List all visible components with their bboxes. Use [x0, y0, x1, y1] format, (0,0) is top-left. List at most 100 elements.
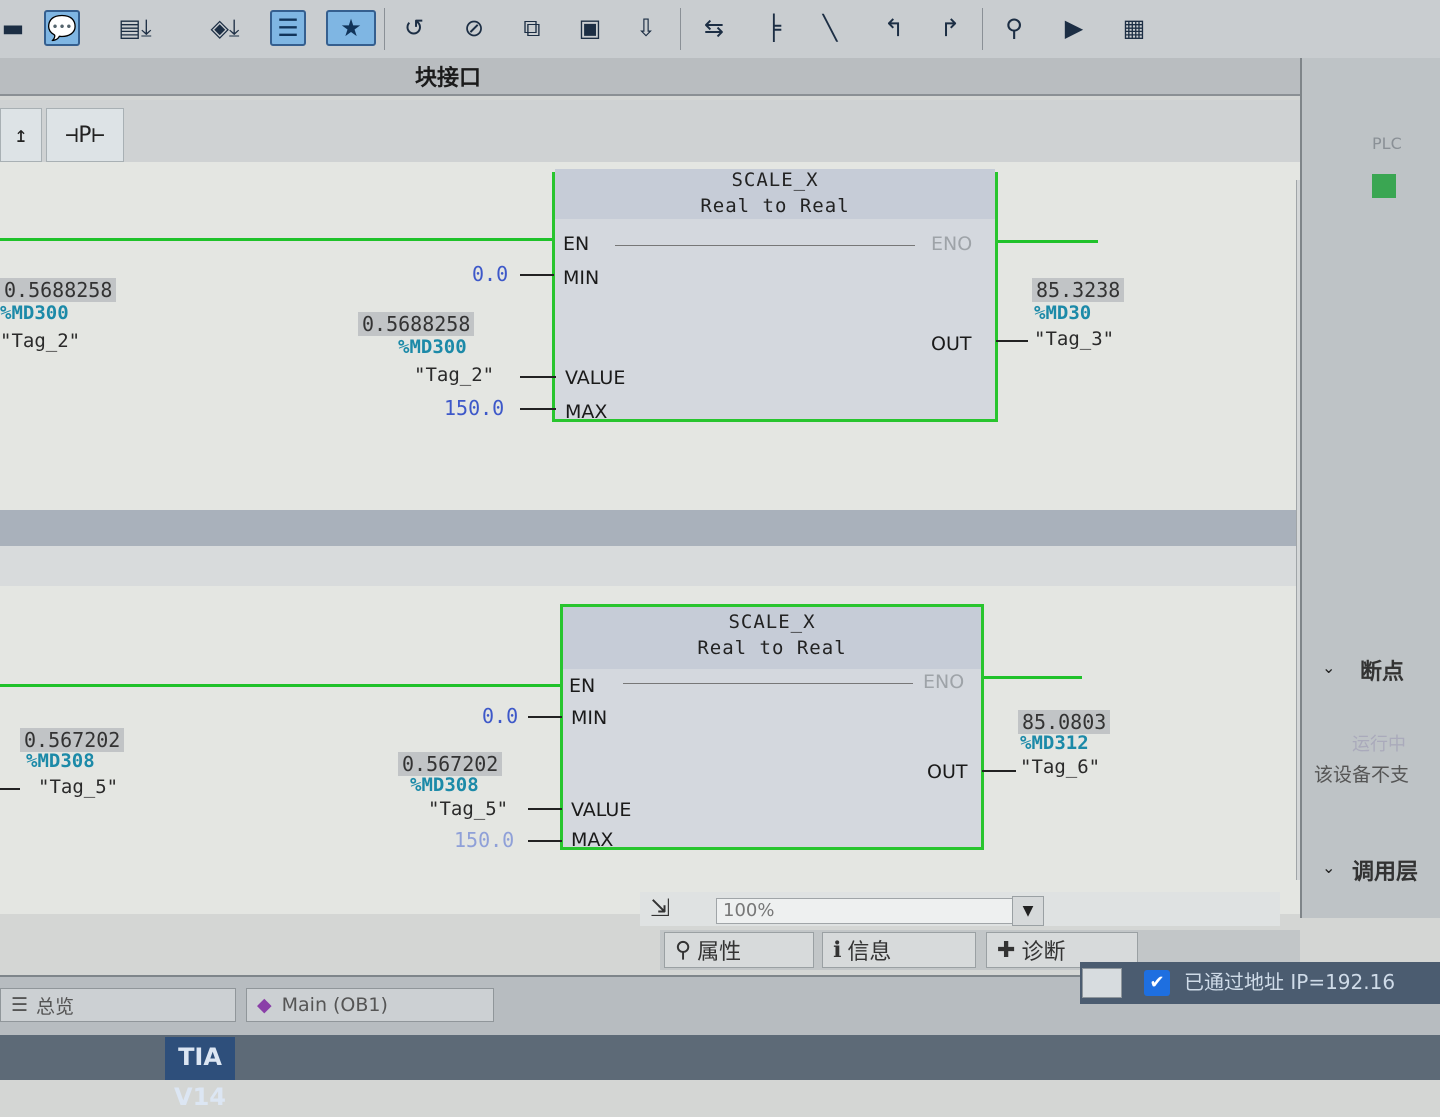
pin-max: MAX — [565, 401, 608, 423]
network-branch-icon[interactable]: ╲ — [812, 10, 848, 46]
comment-icon[interactable]: 💬 — [44, 10, 80, 46]
monitor-off-icon[interactable]: ⊘ — [456, 10, 492, 46]
call-hierarchy-header[interactable]: 调用层 — [1352, 854, 1418, 886]
ladder-toolbar — [0, 100, 1340, 162]
block-header: SCALE_X Real to Real — [563, 607, 981, 669]
table-icon[interactable]: ☰ — [270, 10, 306, 46]
tab-properties[interactable]: ⚲ 属性 — [664, 932, 814, 968]
network-2-header[interactable] — [0, 546, 1300, 586]
task-card-panel: PLC ⌄ 断点 运行中 该设备不支 ⌄ 调用层 — [1300, 58, 1440, 918]
out-wire — [996, 340, 1028, 342]
diagnostics-icon: ✚ — [997, 937, 1016, 963]
pin-eno: ENO — [923, 671, 965, 693]
plc-label: PLC — [1372, 134, 1402, 153]
collapse-chevron-icon-2[interactable]: ⌄ — [1322, 858, 1335, 877]
pin-en: EN — [563, 233, 590, 255]
block-name: SCALE_X — [728, 611, 816, 633]
status-text: 已通过地址 IP=192.16 — [1184, 970, 1396, 994]
max-constant[interactable]: 150.0 — [444, 396, 504, 420]
network-add-icon[interactable]: ╞ — [756, 10, 792, 46]
en-eno-line — [615, 245, 915, 246]
operand-address[interactable]: %MD308 — [26, 750, 95, 772]
out-monitor: 85.0803 — [1018, 710, 1111, 734]
zoom-dropdown-icon[interactable]: ▼ — [1012, 896, 1044, 926]
out-address[interactable]: %MD312 — [1020, 732, 1089, 754]
network-separator — [0, 510, 1300, 546]
positive-edge-contact-button[interactable]: ⊣P⊢ — [46, 108, 124, 162]
tab-info[interactable]: ℹ 信息 — [822, 932, 976, 968]
call-env-icon[interactable]: ▣ — [572, 10, 608, 46]
scale-x-block-1[interactable]: SCALE_X Real to Real EN ENO MIN OUT VALU… — [552, 169, 998, 423]
block-name: SCALE_X — [731, 169, 819, 191]
info-icon: ℹ — [833, 937, 842, 963]
tab-label: 属性 — [697, 940, 742, 965]
operand-tag[interactable]: "Tag_2" — [0, 330, 80, 352]
go-online-icon[interactable]: ↺ — [396, 10, 432, 46]
pin-out: OUT — [927, 761, 968, 783]
simulate-icon[interactable]: ▶ — [1052, 10, 1096, 46]
value-wire — [528, 808, 562, 810]
branch-up-icon[interactable]: ↥ — [0, 108, 42, 162]
out-wire — [982, 770, 1016, 772]
pin-out: OUT — [931, 333, 972, 355]
tia-portal-logo[interactable]: TIA V14 — [165, 1037, 235, 1111]
block-icon: ◆ — [257, 994, 272, 1016]
download-icon-2[interactable]: ◈⤓ — [190, 10, 260, 46]
monitor-value: 0.567202 — [20, 728, 125, 752]
cursor-icon: ⇲ — [650, 894, 671, 922]
value-tag[interactable]: "Tag_5" — [428, 798, 508, 820]
power-rail-network1 — [0, 238, 556, 241]
pin-eno: ENO — [931, 233, 973, 255]
tab-label: 诊断 — [1021, 940, 1066, 965]
block-type: Real to Real — [700, 195, 850, 217]
value-monitor: 0.5688258 — [358, 312, 475, 336]
pin-min: MIN — [571, 707, 608, 729]
min-wire — [528, 716, 562, 718]
operand-address[interactable]: %MD300 — [0, 302, 69, 324]
max-constant[interactable]: 150.0 — [454, 828, 514, 852]
min-wire — [520, 274, 554, 276]
download-icon-1[interactable]: ▤⤓ — [100, 10, 170, 46]
overview-tab[interactable]: ☰ 总览 — [0, 988, 236, 1022]
out-address[interactable]: %MD30 — [1034, 302, 1091, 324]
pin-en: EN — [569, 675, 596, 697]
tab-label: 信息 — [847, 940, 892, 965]
search-icon[interactable]: ⚲ — [996, 10, 1032, 46]
max-wire — [528, 840, 562, 842]
block-interface-label[interactable]: 块接口 — [415, 60, 481, 92]
pending-label: 运行中 — [1352, 734, 1406, 755]
breakpoints-header[interactable]: 断点 — [1360, 654, 1404, 686]
compare-icon[interactable]: ⧉ — [514, 10, 550, 46]
close-branch-icon[interactable]: ↱ — [932, 10, 968, 46]
insert-network-icon[interactable]: ⇆ — [696, 10, 732, 46]
zoom-select[interactable]: 100% — [716, 898, 1026, 924]
favorites-icon[interactable]: ★ — [326, 10, 376, 46]
overview-icon: ☰ — [11, 994, 29, 1016]
pin-max: MAX — [571, 829, 614, 851]
out-tag[interactable]: "Tag_3" — [1034, 328, 1114, 350]
properties-icon: ⚲ — [675, 937, 692, 963]
device-note: 该设备不支 — [1314, 764, 1410, 786]
collapse-chevron-icon[interactable]: ⌄ — [1322, 658, 1335, 677]
value-tag[interactable]: "Tag_2" — [414, 364, 494, 386]
value-monitor: 0.567202 — [398, 752, 503, 776]
min-constant[interactable]: 0.0 — [472, 262, 508, 286]
min-constant[interactable]: 0.0 — [482, 704, 518, 728]
block-type: Real to Real — [697, 637, 847, 659]
value-wire — [520, 376, 556, 378]
out-tag[interactable]: "Tag_6" — [1020, 756, 1100, 778]
value-address[interactable]: %MD308 — [410, 774, 479, 796]
step-icon[interactable]: ⇩ — [628, 10, 664, 46]
list-icon[interactable]: ▬ — [0, 10, 26, 46]
scale-x-block-2[interactable]: SCALE_X Real to Real EN ENO MIN OUT VALU… — [560, 604, 984, 851]
operand-tag[interactable]: "Tag_5" — [38, 776, 118, 798]
connected-check-icon: ✔ — [1144, 970, 1170, 996]
block-interface-bar[interactable] — [0, 58, 1340, 96]
value-address[interactable]: %MD300 — [398, 336, 467, 358]
memory-icon[interactable]: ▦ — [1116, 10, 1152, 46]
open-branch-icon[interactable]: ↰ — [876, 10, 912, 46]
overview-label: 总览 — [36, 995, 75, 1018]
max-wire — [520, 408, 556, 410]
main-ob1-tab[interactable]: ◆ Main (OB1) — [246, 988, 494, 1022]
main-toolbar: ▬ 💬 ▤⤓ ◈⤓ ☰ ★ ↺ ⊘ ⧉ ▣ ⇩ ⇆ ╞ ╲ ↰ ↱ ⚲ ▶ ▦ — [0, 0, 1440, 59]
